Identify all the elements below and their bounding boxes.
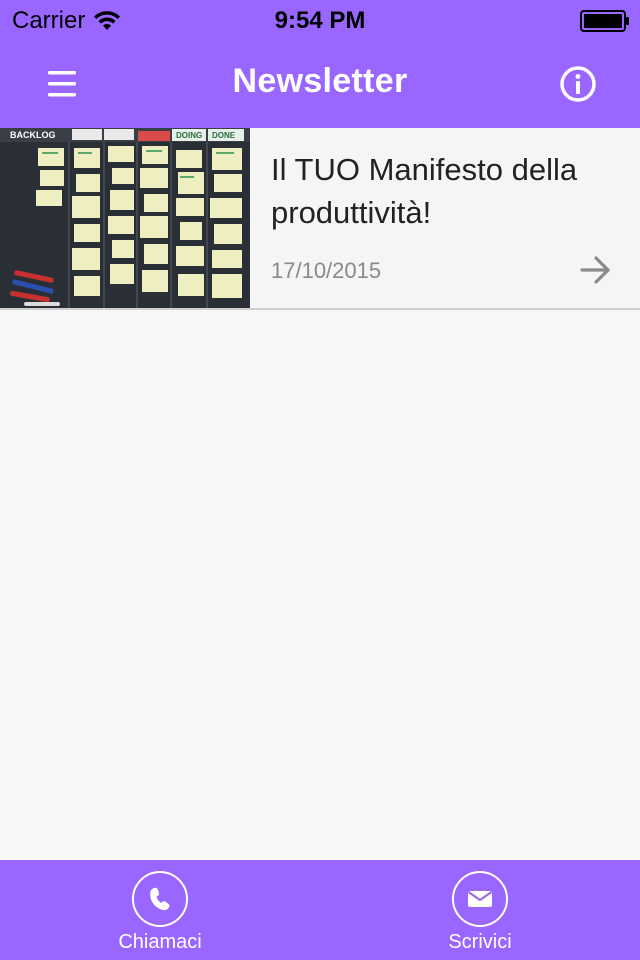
- thumb-label-backlog: BACKLOG: [10, 130, 56, 140]
- envelope-icon: [467, 891, 493, 907]
- tab-bar: Chiamaci Scrivici: [0, 860, 640, 960]
- battery-icon: [580, 10, 629, 32]
- kanban-board-photo: BACKLOG DOING DONE: [0, 128, 250, 308]
- navigation-bar: Newsletter: [0, 40, 640, 128]
- newsletter-date: 17/10/2015: [271, 258, 382, 283]
- thumb-label-done: DONE: [212, 131, 236, 140]
- page-title: Newsletter: [232, 62, 408, 100]
- newsletter-list: BACKLOG DOING DONE Il TUO Manifesto dell…: [0, 128, 640, 310]
- kanban-board-thumbnail: BACKLOG DOING DONE: [0, 128, 250, 308]
- list-item[interactable]: BACKLOG DOING DONE Il TUO Manifesto dell…: [0, 128, 640, 310]
- info-icon[interactable]: [558, 64, 598, 104]
- app-screen: Carrier 9:54 PM Newsletter BACKLOG DOING…: [0, 0, 640, 960]
- status-time: 9:54 PM: [274, 7, 366, 34]
- newsletter-title: Il TUO Manifesto della produttività!: [271, 152, 578, 230]
- call-us-button[interactable]: [132, 871, 188, 927]
- call-us-tab[interactable]: Chiamaci: [60, 860, 260, 960]
- write-us-label: Scrivici: [448, 931, 512, 953]
- call-us-label: Chiamaci: [118, 931, 202, 953]
- status-bar: Carrier 9:54 PM: [0, 0, 640, 40]
- phone-icon: [150, 887, 170, 911]
- arrow-right-icon[interactable]: [580, 254, 612, 286]
- thumb-label-doing: DOING: [176, 131, 202, 140]
- write-us-button[interactable]: [452, 871, 508, 927]
- write-us-tab[interactable]: Scrivici: [380, 860, 580, 960]
